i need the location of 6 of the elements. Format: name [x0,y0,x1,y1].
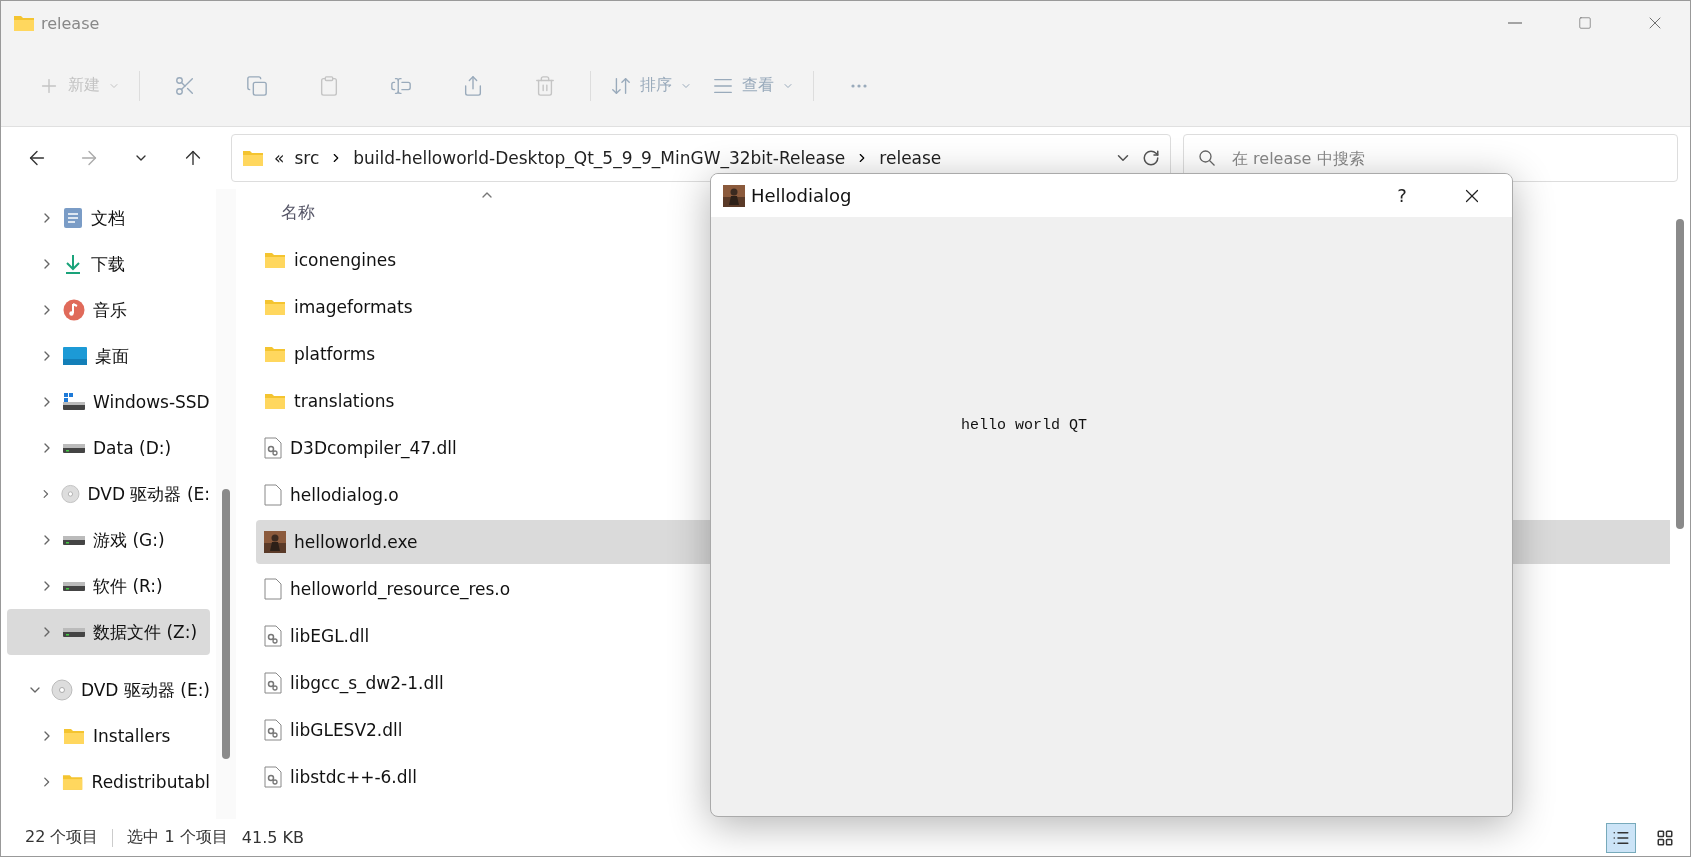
item-count: 22 个项目 [25,827,99,848]
selection-count: 选中 1 个项目 [127,827,228,848]
message-label: hello world QT [961,417,1088,434]
dialog-title: Hellodialog [751,185,853,206]
window-title: release [41,13,100,33]
selection-size: 41.5 KB [241,828,304,847]
